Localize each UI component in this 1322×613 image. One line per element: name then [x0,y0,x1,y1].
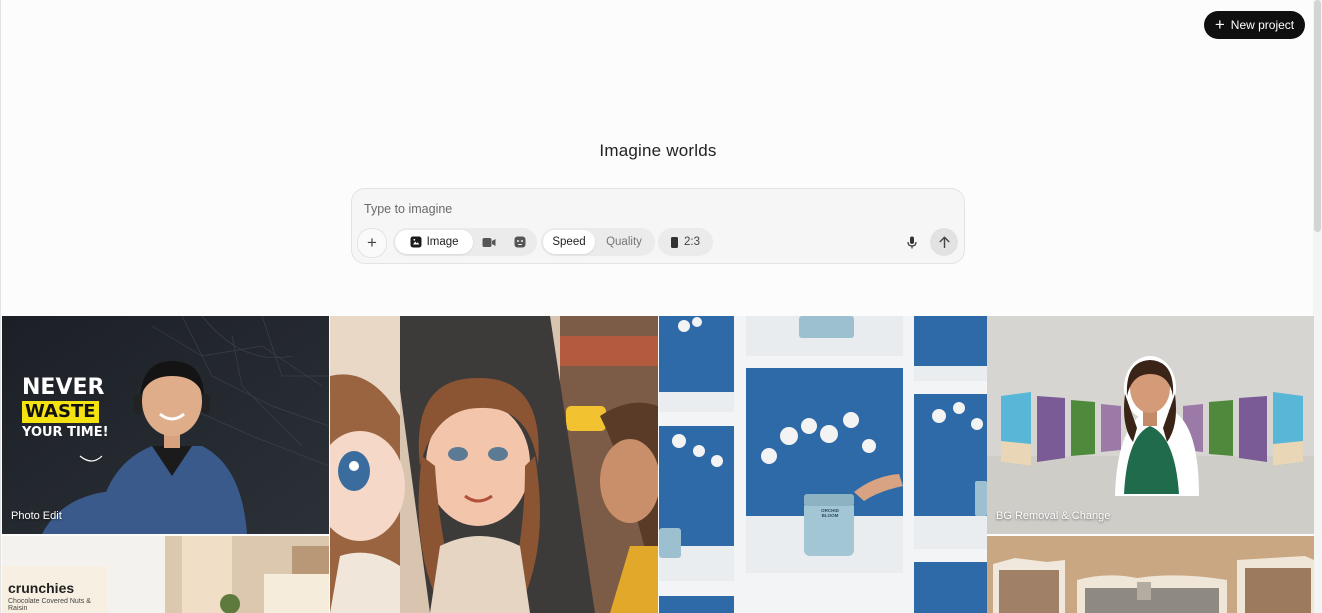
bg-removal-image [987,316,1314,534]
new-project-button[interactable]: + New project [1204,11,1305,39]
aspect-ratio-label: 2:3 [684,236,700,248]
aspect-ratio-button[interactable]: 2:3 [658,228,713,256]
image-icon [410,236,422,248]
quality-tab[interactable]: Quality [595,230,653,254]
jar-label: ORCHID BLOOM [821,508,839,518]
product-subtitle-text: Chocolate Covered Nuts & Raisin [8,598,91,612]
product-variations-image [659,316,987,613]
mode-character-tab[interactable] [504,230,535,254]
plus-icon: + [367,233,377,252]
character-icon [514,236,526,248]
new-project-label: New project [1230,18,1295,32]
product-brand-text: crunchies [8,580,75,596]
plus-icon: + [1214,14,1225,34]
microphone-button[interactable] [898,228,926,256]
microphone-icon [907,236,917,248]
anime-style-image [330,316,658,613]
collage-image [987,536,1314,613]
page-title: Imagine worlds [599,141,717,160]
scrollbar[interactable] [1313,0,1322,613]
arrow-up-icon [939,236,949,248]
prompt-box: + Image [351,188,965,264]
add-attachment-button[interactable]: + [357,228,387,258]
mode-video-tab[interactable] [473,230,504,254]
mode-selector: Image [393,228,537,256]
speed-tab[interactable]: Speed [543,230,595,254]
gallery-tile-anime-style[interactable] [330,316,658,613]
video-icon [482,237,496,247]
photo-edit-label: Photo Edit [11,510,62,522]
gallery-tile-bg-removal[interactable]: BG Removal & Change [987,316,1314,534]
prompt-toolbar: + Image Speed Quality 2:3 [357,227,959,258]
portrait-ratio-icon [671,236,678,248]
bg-removal-label: BG Removal & Change [996,510,1111,522]
gallery-tile-photo-edit[interactable]: NEVER WASTE YOUR TIME! Photo Edit [2,316,329,534]
left-border [0,0,1,613]
prompt-input[interactable] [364,199,864,219]
photo-edit-overlay-text: NEVER WASTE YOUR TIME! [22,375,109,440]
send-button[interactable] [930,228,958,256]
gallery-tile-product-variations[interactable]: ORCHID BLOOM [659,316,987,613]
gallery-tile-collage[interactable] [987,536,1314,613]
scrollbar-thumb[interactable] [1314,0,1321,232]
mode-image-tab[interactable]: Image [395,230,474,254]
template-gallery: NEVER WASTE YOUR TIME! Photo Edit crunch… [2,316,1314,613]
mode-image-label: Image [426,236,459,248]
quality-selector: Speed Quality [541,228,655,256]
gallery-tile-product[interactable]: crunchies Chocolate Covered Nuts & Raisi… [2,536,329,613]
